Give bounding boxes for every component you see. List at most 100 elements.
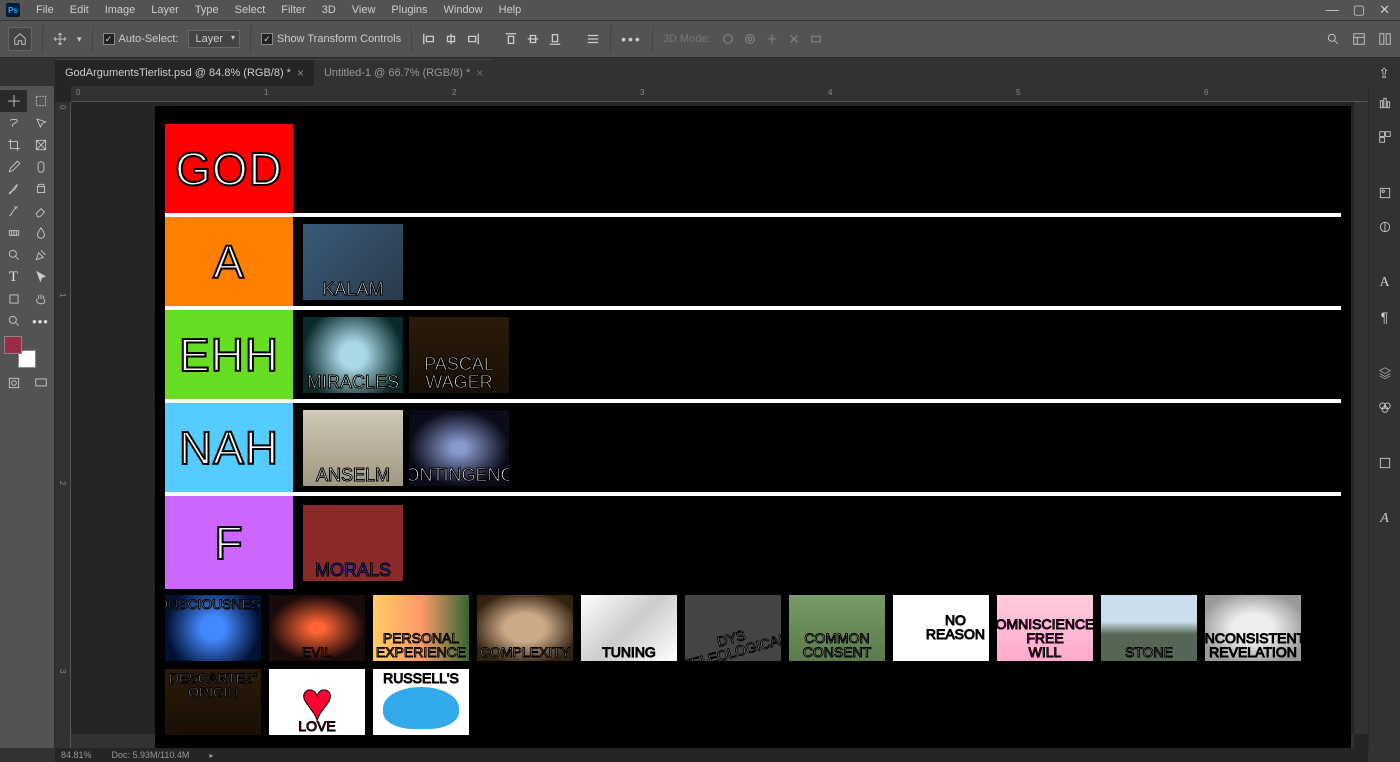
menu-layer[interactable]: Layer bbox=[143, 4, 187, 16]
tier-card[interactable]: COMMONCONSENT bbox=[789, 595, 885, 661]
type-tool[interactable]: T bbox=[0, 266, 27, 288]
more-options-icon[interactable]: ••• bbox=[621, 31, 642, 47]
tier-card[interactable]: PASCALWAGER bbox=[409, 317, 509, 393]
tier-card[interactable]: ♥ LOVE bbox=[269, 669, 365, 735]
show-transform-checkbox[interactable]: ✓ Show Transform Controls bbox=[261, 33, 401, 45]
history-brush-tool[interactable] bbox=[0, 200, 27, 222]
tier-label[interactable]: NAH bbox=[165, 403, 293, 492]
eraser-tool[interactable] bbox=[27, 200, 54, 222]
gradient-tool[interactable] bbox=[0, 222, 27, 244]
adjustments-panel-icon[interactable] bbox=[1374, 216, 1396, 238]
canvas-area[interactable]: 0123456 0123 GOD A KALAM EHH MIRACLES PA… bbox=[55, 86, 1368, 748]
auto-select-checkbox[interactable]: ✓ Auto-Select: bbox=[103, 33, 179, 45]
tier-items[interactable]: MIRACLES PASCALWAGER bbox=[293, 310, 1341, 399]
layer-dropdown[interactable]: Layer ▾ bbox=[188, 30, 240, 48]
swatches-panel-icon[interactable] bbox=[1374, 126, 1396, 148]
quickmask-tool[interactable] bbox=[0, 372, 27, 394]
tier-items[interactable]: MORALS bbox=[293, 496, 1341, 589]
healing-tool[interactable] bbox=[27, 156, 54, 178]
tier-label[interactable]: A bbox=[165, 217, 293, 306]
tier-card[interactable]: MIRACLES bbox=[303, 317, 403, 393]
tier-card[interactable]: PERSONALEXPERIENCE bbox=[373, 595, 469, 661]
document-tab[interactable]: GodArgumentsTierlist.psd @ 84.8% (RGB/8)… bbox=[55, 59, 314, 86]
tier-card[interactable]: MORALS bbox=[303, 505, 403, 581]
tier-card[interactable]: ANSELM bbox=[303, 410, 403, 486]
color-panel-icon[interactable] bbox=[1374, 92, 1396, 114]
glyphs-panel-icon[interactable]: A bbox=[1374, 508, 1396, 530]
tier-card[interactable]: INCONSISTENTREVELATION bbox=[1205, 595, 1301, 661]
tier-card[interactable]: TUNING bbox=[581, 595, 677, 661]
pen-tool[interactable] bbox=[27, 244, 54, 266]
foreground-color[interactable] bbox=[4, 336, 22, 354]
maximize-icon[interactable]: ▢ bbox=[1353, 2, 1365, 18]
tier-card[interactable]: OMNISCIENCEFREEWILL bbox=[997, 595, 1093, 661]
frame-tool[interactable] bbox=[27, 134, 54, 156]
history-panel-icon[interactable] bbox=[1374, 452, 1396, 474]
move-tool[interactable] bbox=[0, 90, 27, 112]
document-tab[interactable]: Untitled-1 @ 66.7% (RGB/8) *× bbox=[314, 59, 493, 86]
tier-card[interactable]: DYSTELEOLOGICAL bbox=[685, 595, 781, 661]
edit-toolbar[interactable]: ••• bbox=[27, 310, 54, 332]
tier-card[interactable]: COMPLEXITY bbox=[477, 595, 573, 661]
unranked-pool[interactable]: CONSCIOUSNESSS EVIL PERSONALEXPERIENCE C… bbox=[165, 595, 1341, 735]
menu-type[interactable]: Type bbox=[187, 4, 227, 16]
vertical-scrollbar[interactable] bbox=[1354, 102, 1368, 734]
tier-card[interactable]: RUSSELL'S bbox=[373, 669, 469, 735]
tab-close-icon[interactable]: × bbox=[476, 66, 483, 80]
tier-card[interactable]: KALAM bbox=[303, 224, 403, 300]
align-controls[interactable] bbox=[422, 32, 600, 46]
workspace-icon[interactable] bbox=[1352, 32, 1366, 46]
tier-card[interactable]: CONTINGENCY bbox=[409, 410, 509, 486]
share-icon[interactable]: ⇪ bbox=[1368, 61, 1400, 86]
menu-view[interactable]: View bbox=[344, 4, 384, 16]
doc-size[interactable]: Doc: 5.93M/110.4M bbox=[112, 750, 190, 760]
tier-items[interactable]: KALAM bbox=[293, 217, 1341, 306]
screenmode-tool[interactable] bbox=[27, 372, 54, 394]
properties-panel-icon[interactable] bbox=[1374, 182, 1396, 204]
paragraph-panel-icon[interactable]: ¶ bbox=[1374, 306, 1396, 328]
horizontal-ruler[interactable]: 0123456 bbox=[71, 86, 1368, 102]
tier-card[interactable]: DESCARTES'ORIGIN bbox=[165, 669, 261, 735]
menu-window[interactable]: Window bbox=[436, 4, 491, 16]
home-button[interactable] bbox=[8, 27, 32, 51]
shape-tool[interactable] bbox=[0, 288, 27, 310]
channels-panel-icon[interactable] bbox=[1374, 396, 1396, 418]
minimize-icon[interactable]: — bbox=[1326, 2, 1339, 18]
zoom-tool[interactable] bbox=[0, 310, 27, 332]
quick-select-tool[interactable] bbox=[27, 112, 54, 134]
menu-help[interactable]: Help bbox=[491, 4, 530, 16]
tier-card[interactable]: EVIL bbox=[269, 595, 365, 661]
tier-card[interactable]: NOREASON bbox=[893, 595, 989, 661]
zoom-level[interactable]: 84.81% bbox=[61, 750, 92, 760]
brush-tool[interactable] bbox=[0, 178, 27, 200]
menu-image[interactable]: Image bbox=[97, 4, 144, 16]
character-panel-icon[interactable]: A bbox=[1374, 272, 1396, 294]
marquee-tool[interactable] bbox=[27, 90, 54, 112]
menu-file[interactable]: File bbox=[28, 4, 62, 16]
layers-panel-icon[interactable] bbox=[1374, 362, 1396, 384]
menu-plugins[interactable]: Plugins bbox=[383, 4, 435, 16]
search-icon[interactable] bbox=[1326, 32, 1340, 46]
arrange-icon[interactable] bbox=[1378, 32, 1392, 46]
menu-edit[interactable]: Edit bbox=[62, 4, 97, 16]
eyedropper-tool[interactable] bbox=[0, 156, 27, 178]
tier-label[interactable]: GOD bbox=[165, 124, 293, 213]
menu-select[interactable]: Select bbox=[227, 4, 274, 16]
tab-close-icon[interactable]: × bbox=[297, 66, 304, 80]
tier-card[interactable]: CONSCIOUSNESSS bbox=[165, 595, 261, 661]
blur-tool[interactable] bbox=[27, 222, 54, 244]
clone-tool[interactable] bbox=[27, 178, 54, 200]
lasso-tool[interactable] bbox=[0, 112, 27, 134]
tier-items[interactable] bbox=[293, 124, 1341, 213]
tier-label[interactable]: EHH bbox=[165, 310, 293, 399]
menu-3d[interactable]: 3D bbox=[314, 4, 344, 16]
dodge-tool[interactable] bbox=[0, 244, 27, 266]
menu-filter[interactable]: Filter bbox=[273, 4, 313, 16]
document-canvas[interactable]: GOD A KALAM EHH MIRACLES PASCALWAGER NAH… bbox=[155, 106, 1351, 748]
vertical-ruler[interactable]: 0123 bbox=[55, 102, 71, 748]
path-select-tool[interactable] bbox=[27, 266, 54, 288]
crop-tool[interactable] bbox=[0, 134, 27, 156]
color-swatches[interactable] bbox=[0, 332, 54, 372]
close-icon[interactable]: ✕ bbox=[1379, 2, 1390, 18]
tier-items[interactable]: ANSELM CONTINGENCY bbox=[293, 403, 1341, 492]
